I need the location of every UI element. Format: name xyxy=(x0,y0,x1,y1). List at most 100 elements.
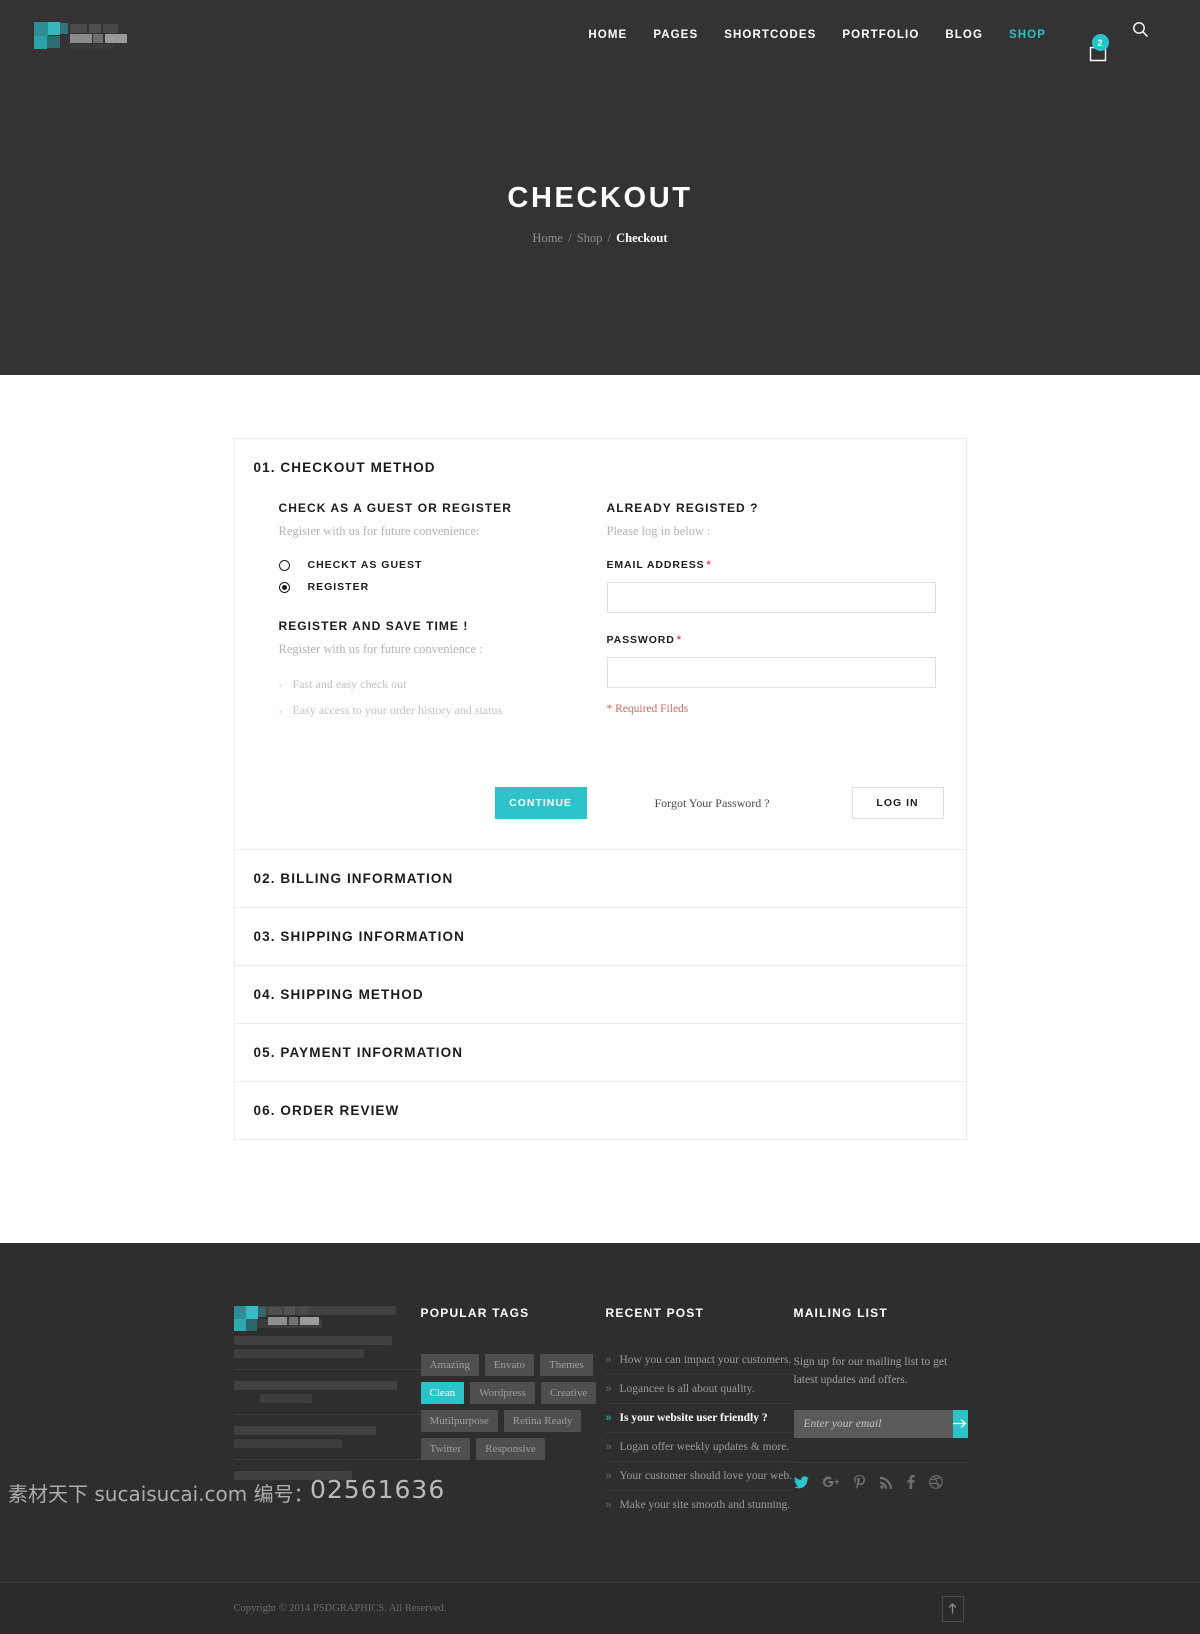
cart-button[interactable]: 2 xyxy=(1075,24,1109,62)
nav-item-home[interactable]: HOME xyxy=(575,0,640,70)
footer-mailing-heading: MAILING LIST xyxy=(793,1306,888,1320)
site-logo[interactable] xyxy=(34,20,130,50)
nav-item-shortcodes[interactable]: SHORTCODES xyxy=(711,0,829,70)
step1-actions-wrapper: CONTINUE Forgot Your Password ? LOG IN xyxy=(235,787,966,849)
benefit-label: Fast and easy check out xyxy=(292,677,407,691)
page-hero: CHECKOUT Home / Shop / Checkout xyxy=(0,70,1200,375)
recent-post-item[interactable]: » Logan offer weekly updates & more. xyxy=(605,1441,794,1462)
step1-action-row: CONTINUE Forgot Your Password ? LOG IN xyxy=(279,787,944,819)
radio-circle-register[interactable] xyxy=(278,581,290,593)
mailing-description: Sign up for our mailing list to get late… xyxy=(793,1356,948,1386)
logo-mark xyxy=(34,20,130,50)
accordion-header-order-review[interactable]: 06. ORDER REVIEW xyxy=(235,1082,966,1139)
nav-item-portfolio[interactable]: PORTFOLIO xyxy=(829,0,932,70)
accordion-header-shipping-information[interactable]: 03. SHIPPING INFORMATION xyxy=(235,908,966,965)
search-button[interactable] xyxy=(1119,0,1162,70)
accordion-panel-shipping-method: 04. SHIPPING METHOD xyxy=(234,966,966,1024)
tag-item[interactable]: Creative xyxy=(540,1382,597,1404)
back-to-top-button[interactable] xyxy=(941,1595,964,1622)
page-title: CHECKOUT xyxy=(507,182,693,214)
recent-post-item[interactable]: » Logancee is all about quality. xyxy=(605,1383,794,1404)
twitter-icon[interactable] xyxy=(793,1475,809,1489)
required-asterisk: * xyxy=(706,559,712,571)
search-icon xyxy=(1133,22,1149,38)
login-button[interactable]: LOG IN xyxy=(851,787,944,819)
register-benefits-block: REGISTER AND SAVE TIME ! Register with u… xyxy=(279,619,607,718)
recent-post-item[interactable]: » Make your site smooth and stunning. xyxy=(606,1499,794,1519)
breadcrumb-separator-1: / xyxy=(568,231,572,245)
password-label-text: PASSWORD xyxy=(606,634,675,646)
radio-label-guest: CHECKT AS GUEST xyxy=(307,559,423,571)
cart-count-badge: 2 xyxy=(1092,34,1109,51)
footer-bottom-inner: Copyright © 2014 PSDGRAPHICS. All Reserv… xyxy=(234,1595,967,1622)
tag-item[interactable]: Themes xyxy=(540,1354,593,1376)
login-section-desc: Please log in below : xyxy=(606,524,711,538)
email-input[interactable] xyxy=(606,582,936,613)
nav-item-pages[interactable]: PAGES xyxy=(640,0,711,70)
tag-item[interactable]: Envato xyxy=(484,1354,534,1376)
tag-item[interactable]: Twitter xyxy=(420,1438,471,1460)
password-input[interactable] xyxy=(606,657,936,688)
header-icons: 2 xyxy=(1075,0,1162,70)
page-root: HOME PAGES SHORTCODES PORTFOLIO BLOG SHO… xyxy=(0,0,1200,1634)
guest-section-title: CHECK AS A GUEST OR REGISTER xyxy=(278,501,512,515)
forgot-password-link[interactable]: Forgot Your Password ? xyxy=(655,796,770,811)
register-section-title: REGISTER AND SAVE TIME ! xyxy=(278,619,469,633)
recent-post-item-active[interactable]: » Is your website user friendly ? xyxy=(605,1412,794,1433)
tag-item[interactable]: Responsive xyxy=(476,1438,545,1460)
double-angle-icon: » xyxy=(605,1499,612,1511)
recent-post-item[interactable]: » Your customer should love your web. xyxy=(605,1470,794,1491)
nav-item-shop[interactable]: SHOP xyxy=(996,0,1059,70)
tag-item[interactable]: Retina Ready xyxy=(503,1410,582,1432)
chevron-right-icon: › xyxy=(278,704,283,717)
footer-columns: POPULAR TAGS Amazing Envato Themes Clean… xyxy=(233,1306,968,1527)
recent-post-label: Your customer should love your web. xyxy=(619,1470,793,1482)
mailing-email-input[interactable] xyxy=(793,1409,953,1438)
required-fields-note: * Required Fileds xyxy=(606,703,689,715)
accordion-header-checkout-method[interactable]: 01. CHECKOUT METHOD xyxy=(235,439,966,496)
footer-about-column xyxy=(233,1306,421,1527)
recent-post-label: Logancee is all about quality. xyxy=(619,1383,755,1395)
double-angle-icon: » xyxy=(605,1441,612,1453)
chevron-right-icon: › xyxy=(278,678,283,691)
breadcrumb-shop[interactable]: Shop xyxy=(577,231,603,245)
tag-item[interactable]: Amazing xyxy=(420,1354,479,1376)
guest-section-desc: Register with us for future convenience: xyxy=(278,524,480,538)
rss-icon[interactable] xyxy=(879,1476,893,1489)
mailing-submit-button[interactable] xyxy=(952,1409,968,1438)
pinterest-icon[interactable] xyxy=(853,1474,866,1490)
double-angle-icon: » xyxy=(605,1383,612,1395)
breadcrumb-home[interactable]: Home xyxy=(532,231,563,245)
accordion-header-payment-information[interactable]: 05. PAYMENT INFORMATION xyxy=(235,1024,966,1081)
radio-option-guest[interactable]: CHECKT AS GUEST xyxy=(278,559,607,571)
continue-button[interactable]: CONTINUE xyxy=(494,787,587,819)
facebook-icon[interactable] xyxy=(907,1475,915,1490)
breadcrumb-separator-2: / xyxy=(607,231,612,245)
recent-post-label: Logan offer weekly updates & more. xyxy=(619,1441,790,1453)
benefit-label: Easy access to your order history and st… xyxy=(292,703,503,717)
register-benefits-list: › Fast and easy check out › Easy access … xyxy=(279,677,607,718)
nav-item-blog[interactable]: BLOG xyxy=(932,0,996,70)
accordion-header-shipping-method[interactable]: 04. SHIPPING METHOD xyxy=(235,966,966,1023)
footer-tags-column: POPULAR TAGS Amazing Envato Themes Clean… xyxy=(420,1306,606,1527)
footer-recent-posts-column: RECENT POST » How you can impact your cu… xyxy=(605,1306,794,1527)
password-field-label: PASSWORD * xyxy=(607,634,937,646)
tag-item[interactable]: Wordpress xyxy=(470,1382,535,1404)
dribbble-icon[interactable] xyxy=(928,1475,943,1489)
radio-label-register: REGISTER xyxy=(307,581,370,593)
email-label-text: EMAIL ADDRESS xyxy=(606,559,705,571)
radio-option-register[interactable]: REGISTER xyxy=(278,581,607,593)
footer-recent-heading: RECENT POST xyxy=(605,1306,705,1320)
accordion-panel-billing-information: 02. BILLING INFORMATION xyxy=(234,850,966,908)
tag-item-active[interactable]: Clean xyxy=(420,1382,465,1404)
tag-item[interactable]: Mutilpurpose xyxy=(420,1410,498,1432)
radio-circle-guest[interactable] xyxy=(278,559,290,571)
accordion-body-checkout-method: CHECK AS A GUEST OR REGISTER Register wi… xyxy=(235,496,966,765)
accordion-header-billing-information[interactable]: 02. BILLING INFORMATION xyxy=(235,850,966,907)
main-navigation: HOME PAGES SHORTCODES PORTFOLIO BLOG SHO… xyxy=(575,0,1162,70)
double-angle-icon: » xyxy=(605,1470,612,1482)
google-plus-icon[interactable] xyxy=(822,1476,839,1489)
recent-post-item[interactable]: » How you can impact your customers. xyxy=(605,1354,794,1375)
accordion-panel-order-review: 06. ORDER REVIEW xyxy=(235,1082,966,1139)
site-header: HOME PAGES SHORTCODES PORTFOLIO BLOG SHO… xyxy=(0,0,1200,70)
